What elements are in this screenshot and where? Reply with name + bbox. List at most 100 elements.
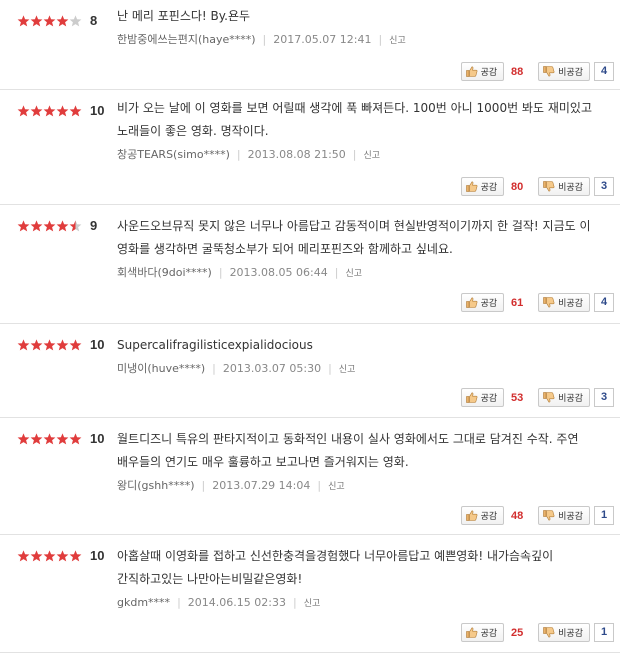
review-author[interactable]: 왕디(gshh****) <box>117 477 194 493</box>
star-icon <box>56 104 69 117</box>
sympathy-label: 공감 <box>480 512 498 522</box>
review-text: 비가 오는 날에 이 영화를 보면 어릴때 생각에 푹 빠져든다. 100번 아… <box>117 101 592 138</box>
star-icon <box>30 104 43 117</box>
sympathy-button[interactable]: 공감 <box>460 177 505 196</box>
antipathy-button[interactable]: 비공감 <box>538 506 590 525</box>
star-rating: 8 <box>17 13 97 28</box>
review-body: 월트디즈니 특유의 판타지적이고 동화적인 내용이 실사 영화에서도 그대로 담… <box>117 428 597 493</box>
thumbs-up-icon <box>465 297 481 308</box>
sympathy-count: 53 <box>511 391 524 404</box>
star-icon <box>43 14 56 27</box>
sympathy-label: 공감 <box>480 299 498 309</box>
report-link[interactable]: 신고 <box>345 266 362 279</box>
review-item: 8 난 메리 포핀스다! By.욘두 한밤중에쓰는편지(haye****) | … <box>0 0 620 90</box>
review-meta: 왕디(gshh****) | 2013.07.29 14:04 | 신고 <box>117 477 597 493</box>
star-icon <box>56 432 69 445</box>
vote-controls: 공감 88 비공감 4 <box>460 62 614 81</box>
divider: | <box>212 361 216 375</box>
divider: | <box>378 32 383 46</box>
rating-score: 9 <box>90 218 98 233</box>
star-icon <box>69 549 82 562</box>
antipathy-count: 1 <box>594 623 614 642</box>
report-link[interactable]: 신고 <box>328 479 345 492</box>
star-rating: 10 <box>17 548 104 563</box>
review-item: 10 아홉살때 이영화를 접하고 신선한충격을경험했다 너무아름답고 예쁜영화!… <box>0 535 620 653</box>
star-icon <box>30 432 43 445</box>
antipathy-button[interactable]: 비공감 <box>538 177 590 196</box>
review-author[interactable]: 미냉이(huve****) <box>117 360 205 376</box>
divider: | <box>352 147 357 161</box>
star-rating: 10 <box>17 337 104 352</box>
review-body: 아홉살때 이영화를 접하고 신선한충격을경험했다 너무아름답고 예쁜영화! 내가… <box>117 545 597 610</box>
sympathy-button[interactable]: 공감 <box>460 623 505 642</box>
thumbs-down-icon <box>543 66 558 77</box>
divider: | <box>262 32 267 46</box>
rating-score: 10 <box>90 548 105 563</box>
star-icon <box>17 219 30 232</box>
antipathy-label: 비공감 <box>558 183 583 193</box>
star-icon <box>30 338 43 351</box>
divider: | <box>201 478 206 492</box>
star-icon <box>17 338 30 351</box>
thumbs-up-icon <box>465 392 481 403</box>
review-author[interactable]: 한밤중에쓰는편지(haye****) <box>117 31 256 47</box>
sympathy-button[interactable]: 공감 <box>460 293 505 312</box>
sympathy-button[interactable]: 공감 <box>460 388 505 407</box>
star-icon <box>43 104 56 117</box>
sympathy-count: 25 <box>511 626 524 639</box>
rating-score: 10 <box>90 431 105 446</box>
sympathy-label: 공감 <box>480 68 498 78</box>
review-text: 난 메리 포핀스다! By.욘두 <box>117 9 251 23</box>
antipathy-button[interactable]: 비공감 <box>538 388 590 407</box>
review-meta: 미냉이(huve****) | 2013.03.07 05:30 | 신고 <box>117 360 597 376</box>
review-meta: gkdm**** | 2014.06.15 02:33 | 신고 <box>117 594 597 610</box>
antipathy-count: 3 <box>594 177 614 196</box>
divider: | <box>236 147 241 161</box>
sympathy-button[interactable]: 공감 <box>460 62 505 81</box>
star-icon <box>69 219 82 232</box>
antipathy-button[interactable]: 비공감 <box>538 62 590 81</box>
antipathy-button[interactable]: 비공감 <box>538 293 590 312</box>
review-author[interactable]: 회색바다(9doi****) <box>117 264 212 280</box>
sympathy-count: 61 <box>511 296 524 309</box>
review-author[interactable]: 창공TEARS(simo****) <box>117 146 230 162</box>
antipathy-count: 3 <box>594 388 614 407</box>
star-icon <box>56 338 69 351</box>
star-rating: 10 <box>17 431 104 446</box>
review-item: 10 월트디즈니 특유의 판타지적이고 동화적인 내용이 실사 영화에서도 그대… <box>0 418 620 535</box>
vote-controls: 공감 53 비공감 3 <box>460 388 614 407</box>
star-icon <box>43 219 56 232</box>
rating-score: 10 <box>90 337 105 352</box>
divider: | <box>328 361 332 375</box>
thumbs-down-icon <box>543 297 558 308</box>
thumbs-up-icon <box>465 510 481 521</box>
vote-controls: 공감 25 비공감 1 <box>460 623 614 642</box>
star-icon <box>30 549 43 562</box>
star-icon <box>69 338 82 351</box>
antipathy-label: 비공감 <box>558 629 583 639</box>
star-icon <box>69 104 82 117</box>
antipathy-count: 1 <box>594 506 614 525</box>
star-icon <box>17 14 30 27</box>
vote-controls: 공감 61 비공감 4 <box>460 293 614 312</box>
review-body: 사운드오브뮤직 못지 않은 너무나 아름답고 감동적이며 현실반영적이기까지 한… <box>117 215 597 280</box>
review-item: 10 비가 오는 날에 이 영화를 보면 어릴때 생각에 푹 빠져든다. 100… <box>0 90 620 205</box>
star-rating: 9 <box>17 218 97 233</box>
sympathy-button[interactable]: 공감 <box>460 506 505 525</box>
report-link[interactable]: 신고 <box>389 33 406 46</box>
report-link[interactable]: 신고 <box>339 362 356 375</box>
antipathy-count: 4 <box>594 293 614 312</box>
review-author[interactable]: gkdm**** <box>117 596 170 609</box>
divider: | <box>334 265 339 279</box>
sympathy-count: 88 <box>511 65 524 78</box>
review-date: 2014.06.15 02:33 <box>187 595 286 609</box>
review-text: 월트디즈니 특유의 판타지적이고 동화적인 내용이 실사 영화에서도 그대로 담… <box>117 432 579 469</box>
review-body: Supercalifragilisticexpialidocious 미냉이(h… <box>117 334 597 376</box>
report-link[interactable]: 신고 <box>304 596 321 609</box>
sympathy-label: 공감 <box>480 394 498 404</box>
star-icon <box>69 432 82 445</box>
antipathy-button[interactable]: 비공감 <box>538 623 590 642</box>
report-link[interactable]: 신고 <box>364 148 381 161</box>
review-date: 2013.08.08 21:50 <box>247 147 346 161</box>
star-icon <box>56 14 69 27</box>
